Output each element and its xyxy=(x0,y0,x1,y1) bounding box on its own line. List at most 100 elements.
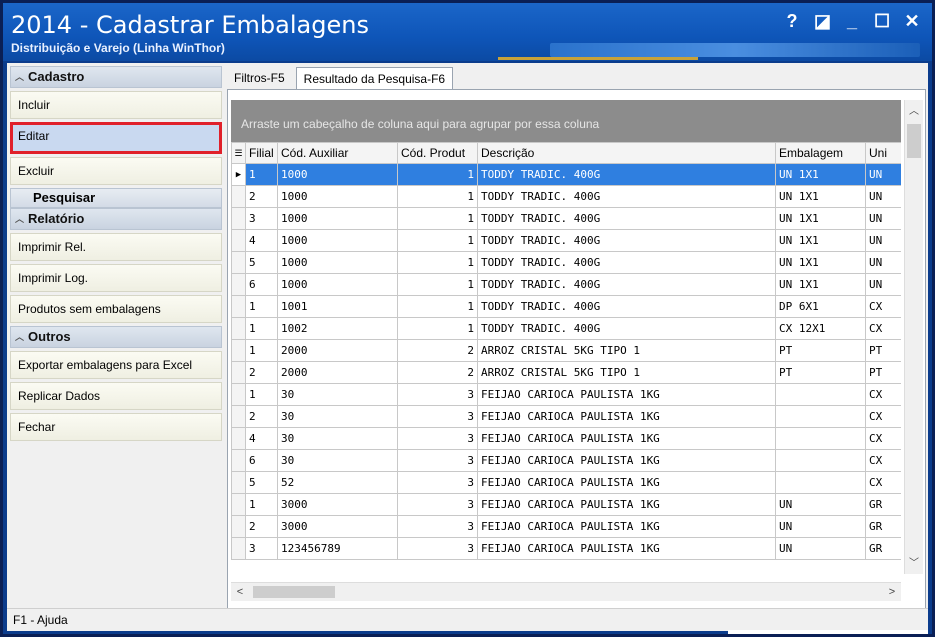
table-cell[interactable]: FEIJAO CARIOCA PAULISTA 1KG xyxy=(477,471,776,494)
table-cell[interactable]: UN 1X1 xyxy=(775,163,866,186)
table-cell[interactable]: 1 xyxy=(245,317,278,340)
table-cell[interactable]: CX xyxy=(865,471,901,494)
table-cell[interactable]: 3000 xyxy=(277,493,398,516)
table-cell[interactable]: UN xyxy=(865,207,901,230)
table-cell[interactable]: 3 xyxy=(245,537,278,560)
table-cell[interactable]: UN xyxy=(775,537,866,560)
row-indicator[interactable] xyxy=(231,427,246,450)
table-cell[interactable]: TODDY TRADIC. 400G xyxy=(477,317,776,340)
table-cell[interactable]: 1001 xyxy=(277,295,398,318)
table-cell[interactable]: 3000 xyxy=(277,515,398,538)
table-cell[interactable]: UN xyxy=(865,185,901,208)
row-indicator-icon[interactable]: ▶ xyxy=(231,163,246,186)
table-cell[interactable]: 3 xyxy=(397,383,478,406)
scroll-up-icon[interactable]: ︿ xyxy=(905,102,923,120)
table-cell[interactable]: FEIJAO CARIOCA PAULISTA 1KG xyxy=(477,383,776,406)
table-cell[interactable]: 1 xyxy=(397,273,478,296)
table-cell[interactable]: 1000 xyxy=(277,207,398,230)
table-cell[interactable]: GR xyxy=(865,537,901,560)
column-chooser-icon[interactable]: ☰ xyxy=(231,142,246,164)
table-cell[interactable]: FEIJAO CARIOCA PAULISTA 1KG xyxy=(477,427,776,450)
table-row[interactable]: 1 1001 1 TODDY TRADIC. 400G DP 6X1 CX xyxy=(231,295,901,318)
table-cell[interactable] xyxy=(775,383,866,406)
table-cell[interactable]: DP 6X1 xyxy=(775,295,866,318)
table-cell[interactable]: FEIJAO CARIOCA PAULISTA 1KG xyxy=(477,449,776,472)
table-cell[interactable]: PT xyxy=(865,361,901,384)
table-cell[interactable]: UN xyxy=(865,229,901,252)
section-header-outros[interactable]: ︿ Outros xyxy=(10,326,222,348)
scroll-thumb[interactable] xyxy=(253,586,335,598)
table-cell[interactable]: 1002 xyxy=(277,317,398,340)
table-cell[interactable]: 1000 xyxy=(277,163,398,186)
table-cell[interactable]: UN 1X1 xyxy=(775,207,866,230)
column-header[interactable]: Descrição xyxy=(477,142,776,164)
table-row[interactable]: 1 30 3 FEIJAO CARIOCA PAULISTA 1KG CX xyxy=(231,383,901,406)
sidebar-item-fechar[interactable]: Fechar xyxy=(10,413,222,441)
table-cell[interactable]: TODDY TRADIC. 400G xyxy=(477,273,776,296)
table-row[interactable]: 6 1000 1 TODDY TRADIC. 400G UN 1X1 UN xyxy=(231,273,901,296)
sidebar-item-imprimir-rel[interactable]: Imprimir Rel. xyxy=(10,233,222,261)
table-cell[interactable]: 2 xyxy=(397,339,478,362)
table-cell[interactable]: 4 xyxy=(245,427,278,450)
table-cell[interactable]: TODDY TRADIC. 400G xyxy=(477,251,776,274)
row-indicator[interactable] xyxy=(231,339,246,362)
table-cell[interactable]: TODDY TRADIC. 400G xyxy=(477,207,776,230)
row-indicator[interactable] xyxy=(231,471,246,494)
table-cell[interactable]: CX xyxy=(865,449,901,472)
table-row[interactable]: 4 1000 1 TODDY TRADIC. 400G UN 1X1 UN xyxy=(231,229,901,252)
table-cell[interactable]: TODDY TRADIC. 400G xyxy=(477,229,776,252)
section-header-relatorio[interactable]: ︿ Relatório xyxy=(10,208,222,230)
table-cell[interactable]: 2000 xyxy=(277,339,398,362)
help-button[interactable]: ? xyxy=(784,11,800,32)
scroll-thumb[interactable] xyxy=(907,124,921,158)
table-cell[interactable]: UN xyxy=(865,251,901,274)
row-indicator[interactable] xyxy=(231,207,246,230)
table-row[interactable]: 2 3000 3 FEIJAO CARIOCA PAULISTA 1KG UN GR xyxy=(231,515,901,538)
table-cell[interactable]: 52 xyxy=(277,471,398,494)
tab-filtros[interactable]: Filtros-F5 xyxy=(227,67,292,89)
table-cell[interactable] xyxy=(775,471,866,494)
row-indicator[interactable] xyxy=(231,493,246,516)
table-cell[interactable]: 6 xyxy=(245,449,278,472)
table-cell[interactable]: 3 xyxy=(397,515,478,538)
table-cell[interactable]: 3 xyxy=(397,537,478,560)
table-cell[interactable] xyxy=(775,405,866,428)
table-row[interactable]: 6 30 3 FEIJAO CARIOCA PAULISTA 1KG CX xyxy=(231,449,901,472)
table-cell[interactable]: 1 xyxy=(397,207,478,230)
table-cell[interactable]: CX xyxy=(865,317,901,340)
table-cell[interactable]: ARROZ CRISTAL 5KG TIPO 1 xyxy=(477,361,776,384)
table-cell[interactable]: UN xyxy=(775,515,866,538)
table-row[interactable]: 1 2000 2 ARROZ CRISTAL 5KG TIPO 1 PT PT xyxy=(231,339,901,362)
table-cell[interactable]: 1 xyxy=(245,339,278,362)
table-cell[interactable]: 2 xyxy=(245,515,278,538)
table-cell[interactable]: UN 1X1 xyxy=(775,185,866,208)
sidebar-item-imprimir-log[interactable]: Imprimir Log. xyxy=(10,264,222,292)
table-cell[interactable]: FEIJAO CARIOCA PAULISTA 1KG xyxy=(477,493,776,516)
table-cell[interactable]: 1 xyxy=(397,185,478,208)
table-cell[interactable]: 1000 xyxy=(277,251,398,274)
table-cell[interactable]: 5 xyxy=(245,471,278,494)
table-cell[interactable]: 2 xyxy=(397,361,478,384)
restore-panel-button[interactable]: ◪ xyxy=(814,11,831,32)
table-cell[interactable]: 2 xyxy=(245,405,278,428)
table-row[interactable]: 4 30 3 FEIJAO CARIOCA PAULISTA 1KG CX xyxy=(231,427,901,450)
row-indicator[interactable] xyxy=(231,449,246,472)
table-cell[interactable]: TODDY TRADIC. 400G xyxy=(477,163,776,186)
table-cell[interactable]: 1000 xyxy=(277,185,398,208)
section-header-cadastro[interactable]: ︿ Cadastro xyxy=(10,66,222,88)
table-row[interactable]: 2 30 3 FEIJAO CARIOCA PAULISTA 1KG CX xyxy=(231,405,901,428)
table-cell[interactable]: 1 xyxy=(245,383,278,406)
table-cell[interactable]: 3 xyxy=(397,427,478,450)
column-header[interactable]: Embalagem xyxy=(775,142,866,164)
table-row[interactable]: ▶ 1 1000 1 TODDY TRADIC. 400G UN 1X1 UN xyxy=(231,163,901,186)
scroll-left-icon[interactable]: < xyxy=(231,583,249,601)
sidebar-item-excluir[interactable]: Excluir xyxy=(10,157,222,185)
table-cell[interactable]: FEIJAO CARIOCA PAULISTA 1KG xyxy=(477,405,776,428)
table-cell[interactable]: 4 xyxy=(245,229,278,252)
table-cell[interactable]: CX 12X1 xyxy=(775,317,866,340)
table-cell[interactable]: PT xyxy=(775,361,866,384)
tab-resultado-pesquisa[interactable]: Resultado da Pesquisa-F6 xyxy=(295,67,454,90)
column-header[interactable]: Cód. Produt xyxy=(397,142,478,164)
table-cell[interactable]: 3 xyxy=(397,405,478,428)
row-indicator[interactable] xyxy=(231,295,246,318)
